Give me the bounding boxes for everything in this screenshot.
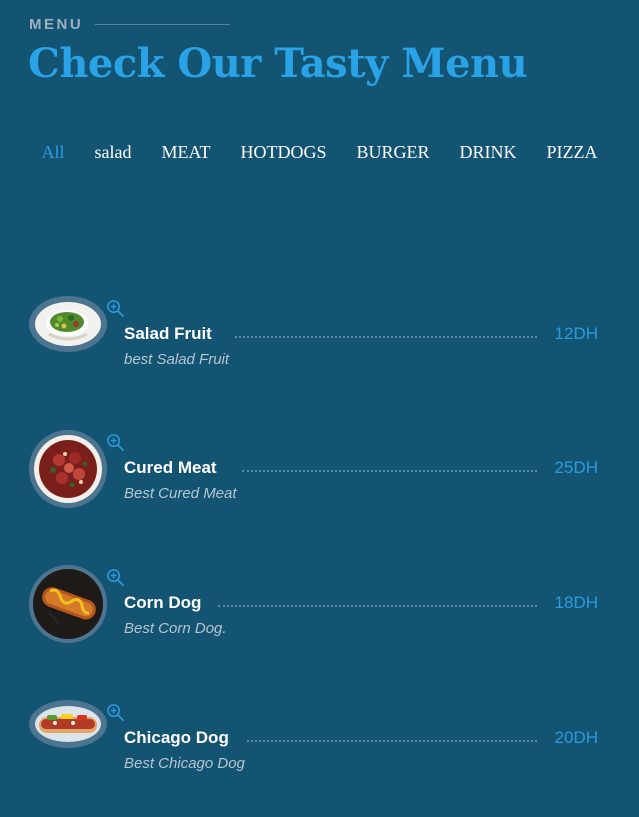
zoom-in-icon[interactable]	[106, 433, 125, 452]
item-description: Best Chicago Dog	[124, 755, 245, 772]
menu-item-chicago-dog: Chicago Dog 20DH Best Chicago Dog	[29, 700, 599, 790]
cured-meat-plate-photo[interactable]	[29, 430, 107, 508]
section-label-rule	[95, 24, 231, 25]
chicago-dog-image	[30, 701, 106, 747]
item-dotted-leader	[247, 740, 537, 742]
item-name: Chicago Dog	[124, 728, 229, 747]
zoom-in-icon[interactable]	[106, 703, 125, 722]
item-description: best Salad Fruit	[124, 351, 230, 368]
item-description: Best Cured Meat	[124, 485, 237, 502]
filter-burger[interactable]: BURGER	[342, 140, 445, 164]
menu-item-cured-meat: Cured Meat 25DH Best Cured Meat	[29, 430, 599, 520]
chicago-dog-photo[interactable]	[29, 700, 107, 748]
zoom-in-icon[interactable]	[106, 568, 125, 587]
corn-dog-photo[interactable]	[29, 565, 107, 643]
item-price: 18DH	[554, 593, 598, 612]
item-name: Corn Dog	[124, 593, 202, 612]
section-label-text: MENU	[29, 16, 84, 33]
section-label: MENU	[29, 16, 231, 33]
item-dotted-leader	[242, 470, 537, 472]
item-price: 20DH	[554, 728, 598, 747]
item-name: Salad Fruit	[124, 324, 212, 343]
filter-pizza[interactable]: PIZZA	[532, 140, 613, 164]
filter-salad[interactable]: salad	[80, 140, 147, 164]
menu-item-salad-fruit: Salad Fruit 12DH best Salad Fruit	[29, 296, 599, 386]
menu-filters: All salad MEAT HOTDOGS BURGER DRINK PIZZ…	[0, 140, 639, 164]
salad-bowl-photo[interactable]	[29, 296, 107, 352]
filter-meat[interactable]: MEAT	[146, 140, 225, 164]
filter-hotdogs[interactable]: HOTDOGS	[225, 140, 341, 164]
item-price: 25DH	[554, 458, 598, 477]
item-price: 12DH	[554, 324, 598, 343]
filter-drink[interactable]: DRINK	[445, 140, 532, 164]
salad-bowl-image	[30, 297, 106, 351]
item-description: Best Corn Dog.	[124, 620, 227, 637]
filter-all[interactable]: All	[26, 140, 79, 164]
menu-item-corn-dog: Corn Dog 18DH Best Corn Dog.	[29, 565, 599, 655]
cured-meat-image	[29, 430, 107, 508]
item-dotted-leader	[218, 605, 537, 607]
zoom-in-icon[interactable]	[106, 299, 125, 318]
item-dotted-leader	[235, 336, 537, 338]
page-title: Check Our Tasty Menu	[28, 40, 528, 87]
corn-dog-image	[29, 565, 107, 643]
item-name: Cured Meat	[124, 458, 217, 477]
